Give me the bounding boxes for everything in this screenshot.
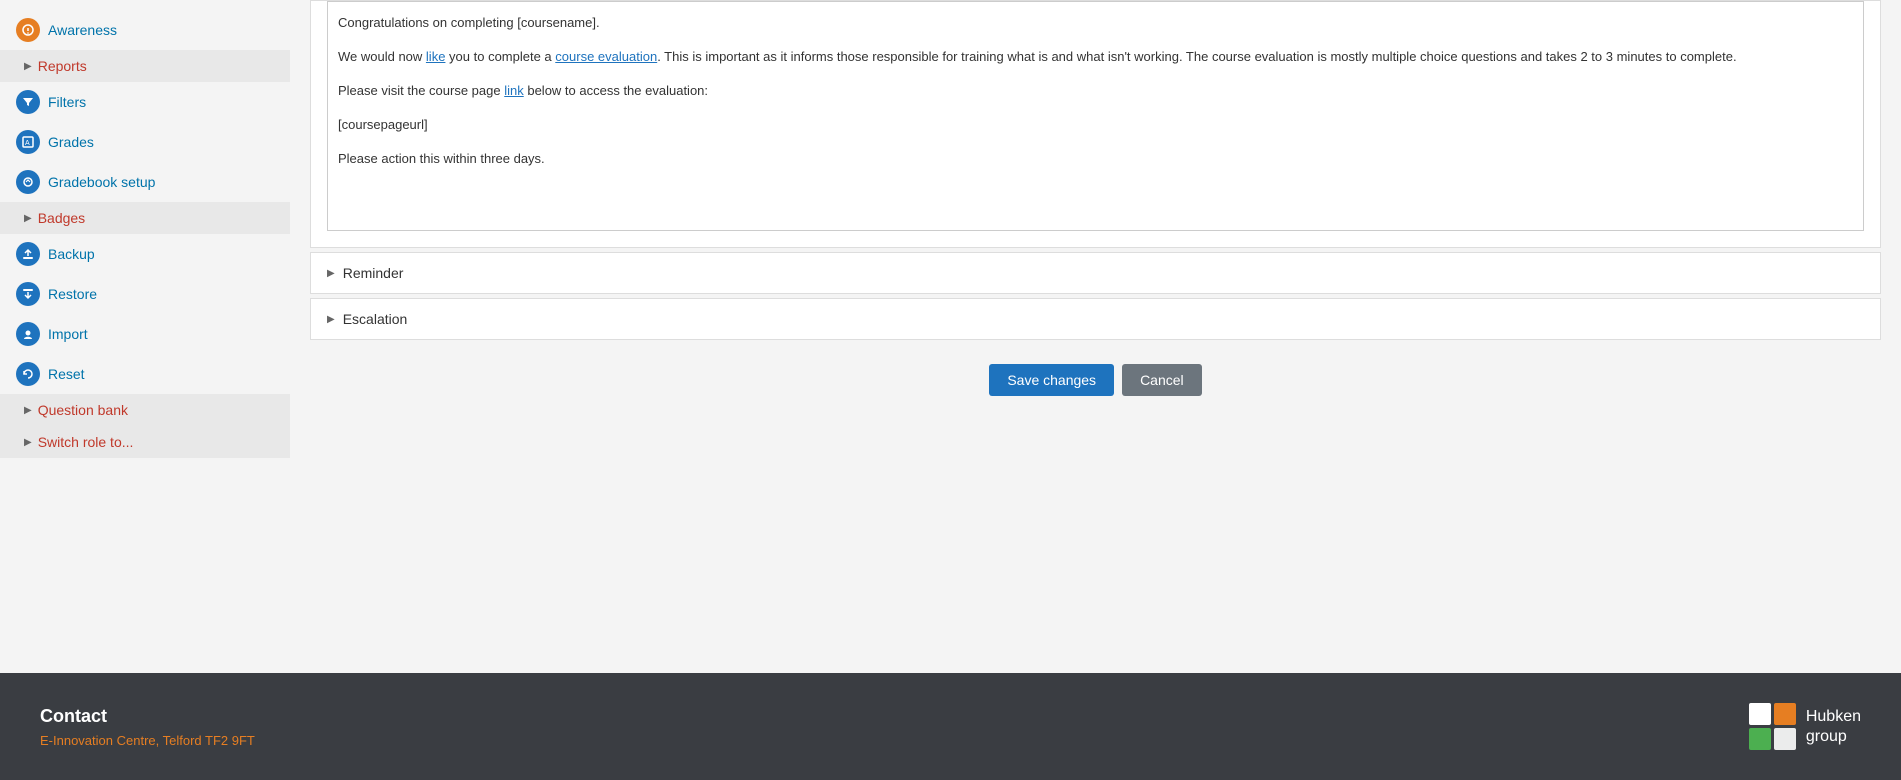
sidebar-item-filters-label: Filters xyxy=(48,94,86,110)
sidebar-item-gradebook-label: Gradebook setup xyxy=(48,174,155,190)
reset-icon xyxy=(16,362,40,386)
logo-square-tr xyxy=(1774,703,1796,725)
sidebar: Awareness ▶ Reports Filters A Grades xyxy=(0,0,290,673)
sidebar-item-restore-label: Restore xyxy=(48,286,97,302)
form-actions: Save changes Cancel xyxy=(310,344,1881,416)
reminder-header[interactable]: ▶ Reminder xyxy=(311,253,1880,293)
backup-icon xyxy=(16,242,40,266)
filters-icon xyxy=(16,90,40,114)
reports-arrow-icon: ▶ xyxy=(24,61,32,72)
sidebar-collapsible-badges-label: Badges xyxy=(38,210,85,226)
email-body: Congratulations on completing [coursenam… xyxy=(311,1,1880,247)
sidebar-item-gradebook-setup[interactable]: Gradebook setup xyxy=(0,162,290,202)
footer-logo: Hubken group xyxy=(1749,703,1861,750)
sidebar-item-import[interactable]: Import xyxy=(0,314,290,354)
sidebar-item-restore[interactable]: Restore xyxy=(0,274,290,314)
sidebar-item-reset[interactable]: Reset xyxy=(0,354,290,394)
sidebar-item-backup[interactable]: Backup xyxy=(0,234,290,274)
sidebar-collapsible-reports-label: Reports xyxy=(38,58,87,74)
email-line1: Congratulations on completing [coursenam… xyxy=(338,12,1853,34)
sidebar-item-grades[interactable]: A Grades xyxy=(0,122,290,162)
email-line3: Please visit the course page link below … xyxy=(338,80,1853,102)
sidebar-item-backup-label: Backup xyxy=(48,246,95,262)
footer-address: E-Innovation Centre, Telford TF2 9FT xyxy=(40,733,255,748)
sidebar-collapsible-question-bank[interactable]: ▶ Question bank xyxy=(0,394,290,426)
footer-logo-group: group xyxy=(1806,727,1861,746)
footer-contact: Contact E-Innovation Centre, Telford TF2… xyxy=(40,706,255,748)
main-content: Awareness ▶ Reports Filters A Grades xyxy=(0,0,1901,673)
logo-square-tl xyxy=(1749,703,1771,725)
sidebar-item-grades-label: Grades xyxy=(48,134,94,150)
awareness-icon xyxy=(16,18,40,42)
logo-square-br xyxy=(1774,728,1796,750)
badges-arrow-icon: ▶ xyxy=(24,213,32,224)
save-button[interactable]: Save changes xyxy=(989,364,1114,396)
sidebar-item-awareness-label: Awareness xyxy=(48,22,117,38)
email-line4: [coursepageurl] xyxy=(338,114,1853,136)
sidebar-collapsible-switch-role-label: Switch role to... xyxy=(38,434,134,450)
page-wrapper: Awareness ▶ Reports Filters A Grades xyxy=(0,0,1901,780)
escalation-header[interactable]: ▶ Escalation xyxy=(311,299,1880,339)
footer: Contact E-Innovation Centre, Telford TF2… xyxy=(0,673,1901,780)
reminder-arrow-icon: ▶ xyxy=(327,268,335,279)
logo-square-bl xyxy=(1749,728,1771,750)
import-icon xyxy=(16,322,40,346)
escalation-section: ▶ Escalation xyxy=(310,298,1881,340)
svg-text:A: A xyxy=(25,140,30,147)
escalation-arrow-icon: ▶ xyxy=(327,314,335,325)
email-section: Congratulations on completing [coursenam… xyxy=(310,0,1881,248)
sidebar-item-awareness[interactable]: Awareness xyxy=(0,10,290,50)
restore-icon xyxy=(16,282,40,306)
email-text-area[interactable]: Congratulations on completing [coursenam… xyxy=(327,1,1864,231)
grades-icon: A xyxy=(16,130,40,154)
footer-address-plain: E-Innovation Centre, Telford xyxy=(40,733,205,748)
email-line5: Please action this within three days. xyxy=(338,148,1853,170)
sidebar-collapsible-reports[interactable]: ▶ Reports xyxy=(0,50,290,82)
question-bank-arrow-icon: ▶ xyxy=(24,405,32,416)
content-area: Congratulations on completing [coursenam… xyxy=(290,0,1901,673)
sidebar-item-filters[interactable]: Filters xyxy=(0,82,290,122)
footer-address-link: TF2 9FT xyxy=(205,733,255,748)
reminder-section: ▶ Reminder xyxy=(310,252,1881,294)
sidebar-item-import-label: Import xyxy=(48,326,88,342)
gradebook-icon xyxy=(16,170,40,194)
footer-logo-text: Hubken group xyxy=(1806,707,1861,745)
hubken-logo-icon xyxy=(1749,703,1796,750)
sidebar-collapsible-switch-role[interactable]: ▶ Switch role to... xyxy=(0,426,290,458)
footer-logo-hubken: Hubken xyxy=(1806,707,1861,726)
cancel-button[interactable]: Cancel xyxy=(1122,364,1202,396)
escalation-label: Escalation xyxy=(343,311,408,327)
email-line2: We would now like you to complete a cour… xyxy=(338,46,1853,68)
footer-contact-heading: Contact xyxy=(40,706,255,727)
sidebar-item-reset-label: Reset xyxy=(48,366,85,382)
sidebar-collapsible-question-bank-label: Question bank xyxy=(38,402,128,418)
reminder-label: Reminder xyxy=(343,265,404,281)
email-text-content: Congratulations on completing [coursenam… xyxy=(338,12,1853,170)
sidebar-collapsible-badges[interactable]: ▶ Badges xyxy=(0,202,290,234)
switch-role-arrow-icon: ▶ xyxy=(24,437,32,448)
